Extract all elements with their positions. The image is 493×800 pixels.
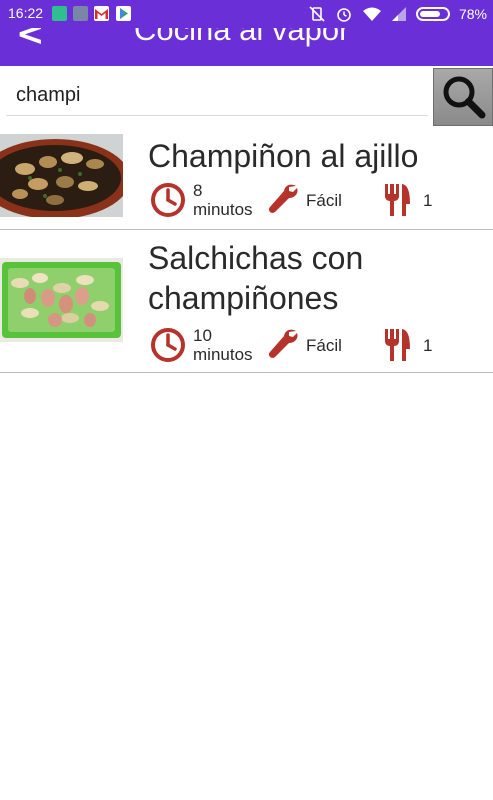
- wrench-icon: [268, 329, 298, 358]
- signal-icon: [391, 7, 406, 21]
- recipe-title-line-1: Salchichas con: [148, 240, 364, 276]
- recipe-title: Champiñon al ajillo: [148, 138, 419, 174]
- recipe-thumbnail: [0, 134, 123, 217]
- battery-icon: [415, 7, 450, 21]
- recipe-time-unit: minutos: [193, 200, 253, 219]
- page-title: Cocina al vapor: [134, 28, 350, 47]
- recipe-time-unit: minutos: [193, 345, 253, 364]
- search-input[interactable]: [6, 76, 428, 116]
- cutlery-icon: [385, 184, 410, 216]
- recipe-difficulty: Fácil: [306, 336, 342, 355]
- status-right-group: 78%: [308, 4, 487, 24]
- wifi-icon: [362, 7, 381, 21]
- app-notification-icon: [73, 6, 88, 21]
- battery-fill: [419, 11, 441, 17]
- search-icon: [443, 76, 486, 119]
- recipe-difficulty: Fácil: [306, 191, 342, 210]
- shield-notification-icon: [52, 6, 67, 21]
- alarm-icon: [337, 8, 351, 22]
- cutlery-icon: [385, 329, 410, 361]
- clock-icon: [151, 183, 185, 217]
- recipe-item[interactable]: Salchichas con champiñones 10 minutos Fá…: [0, 230, 493, 373]
- battery-percent: 78%: [458, 6, 487, 22]
- recipe-time-value: 8: [193, 181, 203, 200]
- recipe-meta: 10 minutos Fácil 1: [150, 327, 490, 367]
- play-store-icon: [116, 6, 131, 21]
- app-bar: < Cocina al vapor: [0, 28, 493, 66]
- vibrate-off-icon: [309, 6, 325, 22]
- recipe-time-value: 10: [193, 326, 212, 345]
- status-time: 16:22: [8, 5, 44, 21]
- recipe-meta: 8 minutos Fácil 1: [150, 182, 490, 222]
- back-button[interactable]: <: [16, 28, 45, 54]
- clock-icon: [151, 328, 185, 362]
- recipe-title-line-2: champiñones: [148, 280, 339, 316]
- gmail-icon: [94, 6, 109, 21]
- recipe-servings: 1: [423, 336, 433, 355]
- recipe-item[interactable]: Champiñon al ajillo 8 minutos Fácil 1: [0, 128, 493, 230]
- recipe-servings: 1: [423, 191, 433, 210]
- wrench-icon: [268, 184, 298, 213]
- status-bar: 16:22 78%: [0, 0, 493, 28]
- search-button[interactable]: [433, 68, 493, 126]
- recipe-thumbnail: [0, 258, 123, 342]
- search-bar: [0, 66, 493, 128]
